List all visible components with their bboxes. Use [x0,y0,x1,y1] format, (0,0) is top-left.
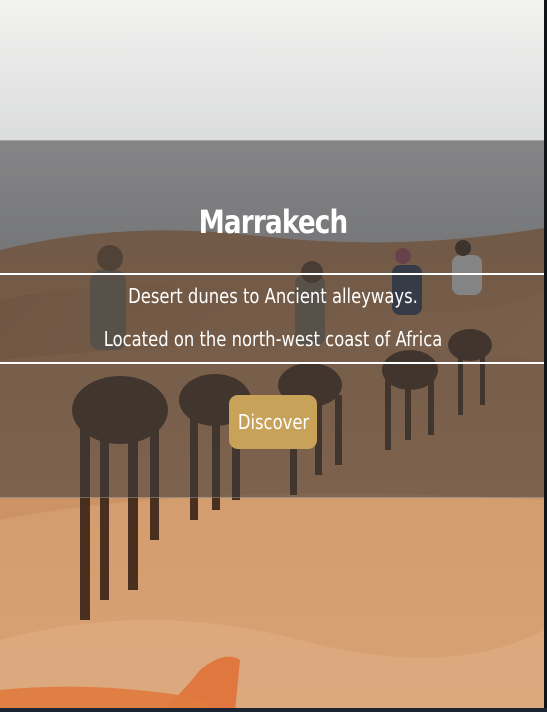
hero-title: Marrakech [198,203,349,241]
hero-section: Marrakech Desert dunes to Ancient alleyw… [0,0,544,712]
divider-bottom [0,362,544,364]
hero-overlay-panel: Marrakech Desert dunes to Ancient alleyw… [0,140,544,498]
discover-button-label: Discover [237,410,309,434]
hero-tagline-line-1: Desert dunes to Ancient alleyways. [128,284,418,308]
divider-top [0,273,544,275]
bottom-strip [0,708,547,712]
hero-tagline-line-2: Located on the north-west coast of Afric… [103,327,443,351]
discover-button[interactable]: Discover [229,395,317,449]
